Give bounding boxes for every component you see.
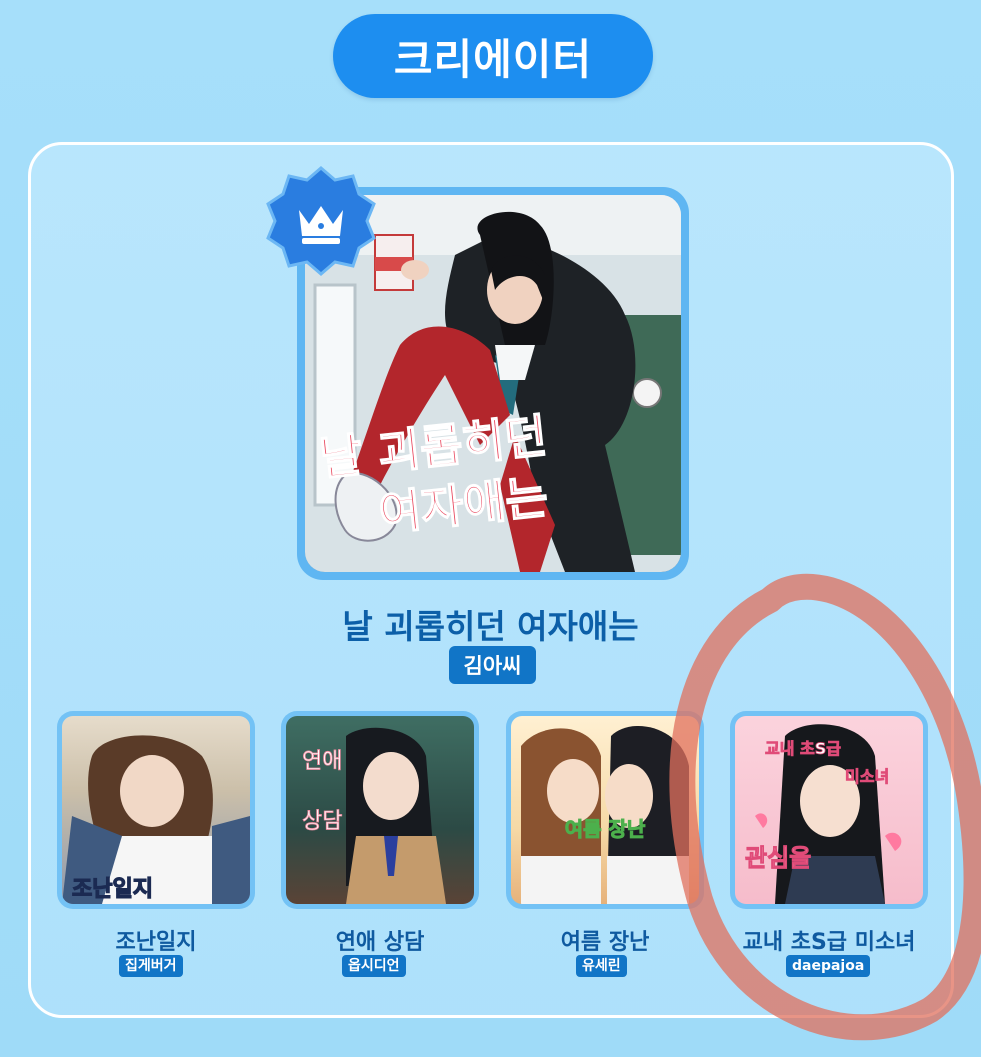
featured-title[interactable]: 날 괴롭히던 여자애는 [0, 600, 981, 648]
work-card-2[interactable]: 연애 상담 [281, 711, 479, 909]
work-3-cover-text: 여름 장난 [565, 817, 646, 841]
work-4-cover-image: 교내 초S급 미소녀 관심을 [735, 716, 923, 904]
work-2-author[interactable]: 옵시디언 [342, 955, 406, 977]
work-3-title[interactable]: 여름 장난 [490, 924, 720, 956]
work-1-cover-image: 조난일지 [62, 716, 250, 904]
work-4-cover-text-2: 미소녀 [845, 767, 889, 786]
work-4-cover-text-3: 관심을 [745, 844, 811, 872]
work-card-4[interactable]: 교내 초S급 미소녀 관심을 [730, 711, 928, 909]
work-card-3[interactable]: 여름 장난 [506, 711, 704, 909]
featured-author-tag[interactable]: 김아씨 [449, 646, 536, 684]
work-2-cover-image: 연애 상담 [286, 716, 474, 904]
work-1-title[interactable]: 조난일지 [41, 924, 271, 956]
work-1-cover-text: 조난일지 [72, 877, 153, 902]
work-2-title[interactable]: 연애 상담 [265, 924, 495, 956]
crown-badge [266, 166, 376, 276]
work-3-author[interactable]: 유세린 [576, 955, 627, 977]
section-title: 크리에이터 [393, 34, 593, 84]
section-title-pill: 크리에이터 [333, 14, 653, 98]
work-2-cover-text-1: 연애 [302, 749, 342, 774]
work-2-cover-text-2: 상담 [302, 809, 342, 834]
work-4-cover-text-1: 교내 초S급 [765, 739, 841, 758]
work-4-author[interactable]: daepajoa [786, 955, 871, 977]
work-1-author[interactable]: 집게버거 [119, 955, 183, 977]
work-4-title[interactable]: 교내 초S급 미소녀 [714, 924, 944, 956]
work-3-cover-image: 여름 장난 [511, 716, 699, 904]
work-card-1[interactable]: 조난일지 [57, 711, 255, 909]
